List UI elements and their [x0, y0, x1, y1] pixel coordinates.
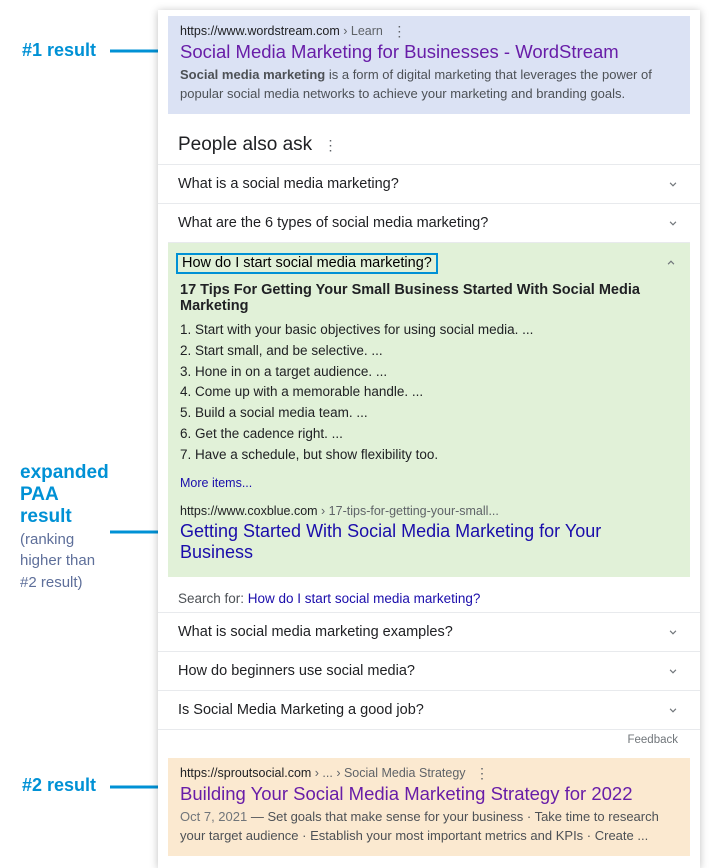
cite-domain: https://www.wordstream.com: [180, 24, 340, 38]
chevron-up-icon[interactable]: [664, 256, 678, 270]
snippet-bold: Social media marketing: [180, 67, 325, 82]
chevron-down-icon: [666, 664, 680, 678]
chevron-down-icon: [666, 177, 680, 191]
expanded-cite: https://www.coxblue.com › 17-tips-for-ge…: [180, 504, 678, 518]
expanded-answer-title: 17 Tips For Getting Your Small Business …: [180, 282, 678, 314]
more-options-icon[interactable]: [475, 768, 487, 780]
paa-heading-text: People also ask: [178, 134, 312, 155]
result-title-link[interactable]: Social Media Marketing for Businesses - …: [180, 41, 678, 63]
paa-question[interactable]: What is social media marketing examples?: [158, 612, 700, 651]
cite-breadcrumb: › Learn: [340, 24, 383, 38]
paa-question[interactable]: What are the 6 types of social media mar…: [158, 203, 700, 242]
list-item: 4. Come up with a memorable handle. ...: [180, 382, 678, 403]
result-title-link[interactable]: Building Your Social Media Marketing Str…: [180, 783, 678, 805]
more-items-link[interactable]: More items...: [180, 476, 678, 490]
list-item: 1. Start with your basic objectives for …: [180, 320, 678, 341]
chevron-down-icon: [666, 703, 680, 717]
paa-question[interactable]: What is a social media marketing?: [158, 164, 700, 203]
paa-question[interactable]: How do beginners use social media?: [158, 651, 700, 690]
more-options-icon[interactable]: [392, 26, 404, 38]
cite-breadcrumb: › 17-tips-for-getting-your-small...: [318, 504, 499, 518]
paa-question-text: How do beginners use social media?: [178, 663, 415, 679]
chevron-down-icon: [666, 216, 680, 230]
list-item: 7. Have a schedule, but show flexibility…: [180, 445, 678, 466]
list-item: 2. Start small, and be selective. ...: [180, 341, 678, 362]
feedback-link[interactable]: Feedback: [158, 730, 700, 758]
people-also-ask-heading: People also ask: [158, 130, 700, 164]
annotation-result1: #1 result: [22, 40, 96, 61]
list-item: 3. Hone in on a target audience. ...: [180, 362, 678, 383]
paa-expanded-answer: How do I start social media marketing? 1…: [168, 242, 690, 577]
annotation-subline: (ranking: [20, 531, 74, 548]
result-snippet: Oct 7, 2021 — Set goals that make sense …: [180, 808, 678, 846]
paa-question-text: What are the 6 types of social media mar…: [178, 215, 488, 231]
expanded-answer-list: 1. Start with your basic objectives for …: [180, 320, 678, 466]
paa-question-text: What is a social media marketing?: [178, 176, 399, 192]
cite-domain: https://sproutsocial.com: [180, 766, 311, 780]
annotation-subline: higher than: [20, 552, 95, 569]
list-item: 5. Build a social media team. ...: [180, 403, 678, 424]
annotation-expanded-paa: expanded PAA result (ranking higher than…: [20, 462, 109, 593]
search-result-2[interactable]: https://sproutsocial.com › ... › Social …: [168, 758, 690, 856]
paa-question-text: Is Social Media Marketing a good job?: [178, 702, 424, 718]
paa-highlighted-question[interactable]: How do I start social media marketing?: [176, 253, 438, 274]
snippet-date: Oct 7, 2021: [180, 809, 247, 824]
cite-domain: https://www.coxblue.com: [180, 504, 318, 518]
result-cite: https://sproutsocial.com › ... › Social …: [180, 766, 678, 780]
chevron-down-icon: [666, 625, 680, 639]
annotation-line: PAA: [20, 484, 59, 505]
result-cite: https://www.wordstream.com › Learn: [180, 24, 678, 38]
expanded-result-title-link[interactable]: Getting Started With Social Media Market…: [180, 521, 678, 563]
paa-question-text: What is social media marketing examples?: [178, 624, 453, 640]
search-for-label: Search for:: [178, 591, 248, 606]
annotation-subline: #2 result): [20, 574, 83, 591]
snippet-text: — Set goals that make sense for your bus…: [180, 809, 659, 843]
annotation-line: result: [20, 506, 72, 527]
search-for-row: Search for: How do I start social media …: [158, 577, 700, 612]
result-snippet: Social media marketing is a form of digi…: [180, 66, 678, 104]
paa-question[interactable]: Is Social Media Marketing a good job?: [158, 690, 700, 730]
serp-panel: https://www.wordstream.com › Learn Socia…: [158, 10, 700, 868]
list-item: 6. Get the cadence right. ...: [180, 424, 678, 445]
search-result-1[interactable]: https://www.wordstream.com › Learn Socia…: [168, 16, 690, 114]
annotation-line: expanded: [20, 462, 109, 483]
search-for-query-link[interactable]: How do I start social media marketing?: [248, 591, 481, 606]
annotation-result2: #2 result: [22, 775, 96, 796]
cite-breadcrumb: › ... › Social Media Strategy: [311, 766, 465, 780]
more-options-icon[interactable]: [323, 139, 335, 151]
